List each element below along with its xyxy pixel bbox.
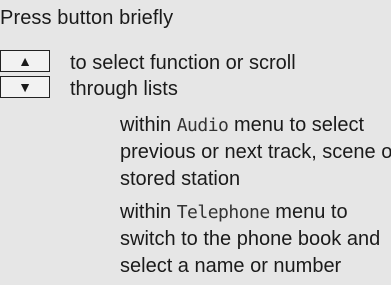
audio-menu-name: Audio (176, 115, 229, 136)
telephone-instruction: within Telephone menu to switch to the p… (120, 199, 380, 280)
telephone-prefix: within (120, 201, 177, 223)
up-arrow-button: ▲ (0, 50, 50, 72)
telephone-instruction-line-1: within Telephone menu to (120, 199, 380, 226)
audio-instruction-line-3: stored station (120, 168, 241, 190)
telephone-menu-name: Telephone (176, 202, 271, 223)
audio-prefix: within (120, 114, 177, 136)
scroll-description-line-1: to select function or scroll (70, 52, 296, 74)
audio-line-1-rest: menu to select (228, 114, 365, 136)
audio-instruction-line-1: within Audio menu to select (120, 112, 391, 139)
up-arrow-icon: ▲ (18, 53, 32, 69)
audio-instruction-line-2: previous or next track, scene or (120, 141, 391, 163)
heading: Press button briefly (0, 7, 174, 29)
telephone-instruction-line-3: select a name or number (120, 255, 342, 277)
down-arrow-button: ▼ (0, 76, 50, 98)
down-arrow-icon: ▼ (18, 79, 32, 95)
scroll-description-line-2: through lists (70, 78, 178, 100)
telephone-instruction-line-2: switch to the phone book and (120, 228, 381, 250)
telephone-line-1-rest: menu to (269, 201, 348, 223)
audio-instruction: within Audio menu to select previous or … (120, 112, 391, 193)
